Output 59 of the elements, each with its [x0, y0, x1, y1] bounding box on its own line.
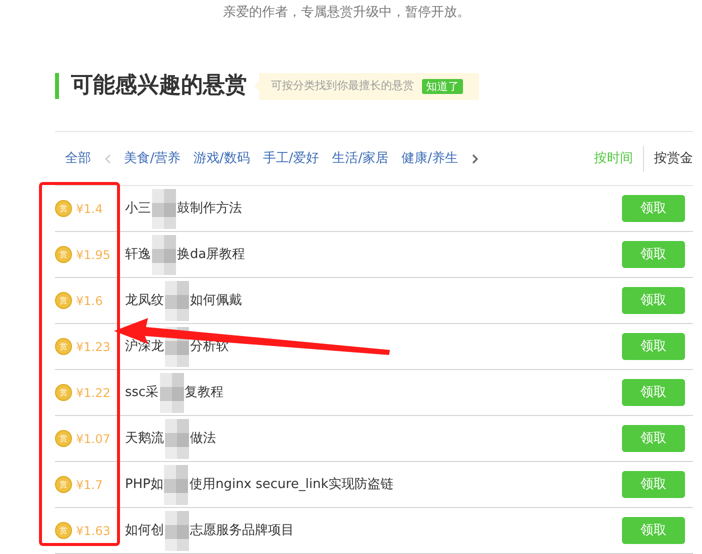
notice-text: 亲爱的作者，专属悬赏升级中，暂停开放。: [223, 4, 470, 22]
chevron-right-icon[interactable]: [472, 154, 478, 164]
sort-tab[interactable]: 按时间: [594, 148, 633, 168]
section-heading: 可能感兴趣的悬赏: [71, 72, 247, 100]
question-title: 做法: [190, 430, 217, 448]
reward-amount: ¥1.07: [76, 430, 112, 448]
question-title: 小三: [125, 200, 151, 218]
category-tab[interactable]: 手工/爱好: [262, 148, 320, 168]
reward-amount: ¥1.22: [76, 384, 112, 402]
got-it-button[interactable]: 知道了: [422, 78, 463, 94]
tip-text: 可按分类找到你最擅长的悬赏: [271, 78, 414, 94]
category-tab[interactable]: 健康/养生: [402, 148, 458, 168]
claim-button[interactable]: 领取: [622, 195, 685, 222]
question-title: 复教程: [184, 384, 225, 402]
question-title: 鼓制作方法: [177, 200, 243, 218]
blur-patch: [165, 510, 189, 550]
reward-amount: ¥1.4: [76, 200, 104, 218]
blur-patch: [152, 234, 176, 274]
claim-button[interactable]: 领取: [622, 425, 685, 452]
category-tab[interactable]: 美食/营养: [124, 148, 180, 168]
question-title: 志愿服务品牌项目: [190, 522, 295, 540]
category-tab[interactable]: 生活/家居: [332, 148, 389, 168]
coin-icon: 赏: [55, 338, 72, 355]
claim-button[interactable]: 领取: [622, 333, 685, 360]
heading-accent-bar: [55, 73, 59, 99]
reward-amount: ¥1.63: [76, 522, 112, 540]
reward-amount: ¥1.7: [76, 476, 104, 494]
question-title: 天鹅流: [125, 430, 164, 448]
question-title: 轩逸: [125, 246, 151, 264]
question-title: ssc采: [125, 384, 159, 402]
question-title: 如何佩戴: [190, 292, 243, 310]
category-tab[interactable]: 游戏/数码: [193, 148, 250, 168]
blur-patch: [164, 464, 188, 504]
claim-button[interactable]: 领取: [622, 379, 685, 406]
reward-amount: ¥1.95: [76, 246, 112, 264]
question-title: 使用nginx secure_link实现防盗链: [189, 476, 394, 494]
reward-amount: ¥1.6: [76, 292, 104, 310]
coin-icon: 赏: [55, 200, 72, 217]
coin-icon: 赏: [55, 522, 72, 539]
coin-icon: 赏: [55, 246, 72, 263]
blur-patch: [165, 418, 189, 458]
blur-patch: [160, 372, 184, 412]
blur-patch: [165, 280, 189, 320]
question-title: PHP如: [125, 476, 164, 494]
blur-patch: [152, 188, 176, 228]
category-tab[interactable]: 全部: [65, 148, 91, 168]
claim-button[interactable]: 领取: [622, 517, 685, 544]
coin-icon: 赏: [55, 292, 72, 309]
claim-button[interactable]: 领取: [622, 471, 685, 498]
sort-tab[interactable]: 按赏金: [654, 148, 693, 168]
question-title: 换da屏教程: [177, 246, 246, 264]
claim-button[interactable]: 领取: [622, 287, 685, 314]
claim-button[interactable]: 领取: [622, 241, 685, 268]
coin-icon: 赏: [55, 430, 72, 447]
coin-icon: 赏: [55, 476, 72, 493]
coin-icon: 赏: [55, 384, 72, 401]
reward-amount: ¥1.23: [76, 338, 112, 356]
question-title: 龙凤纹: [125, 292, 164, 310]
question-title: 如何创: [125, 522, 164, 540]
